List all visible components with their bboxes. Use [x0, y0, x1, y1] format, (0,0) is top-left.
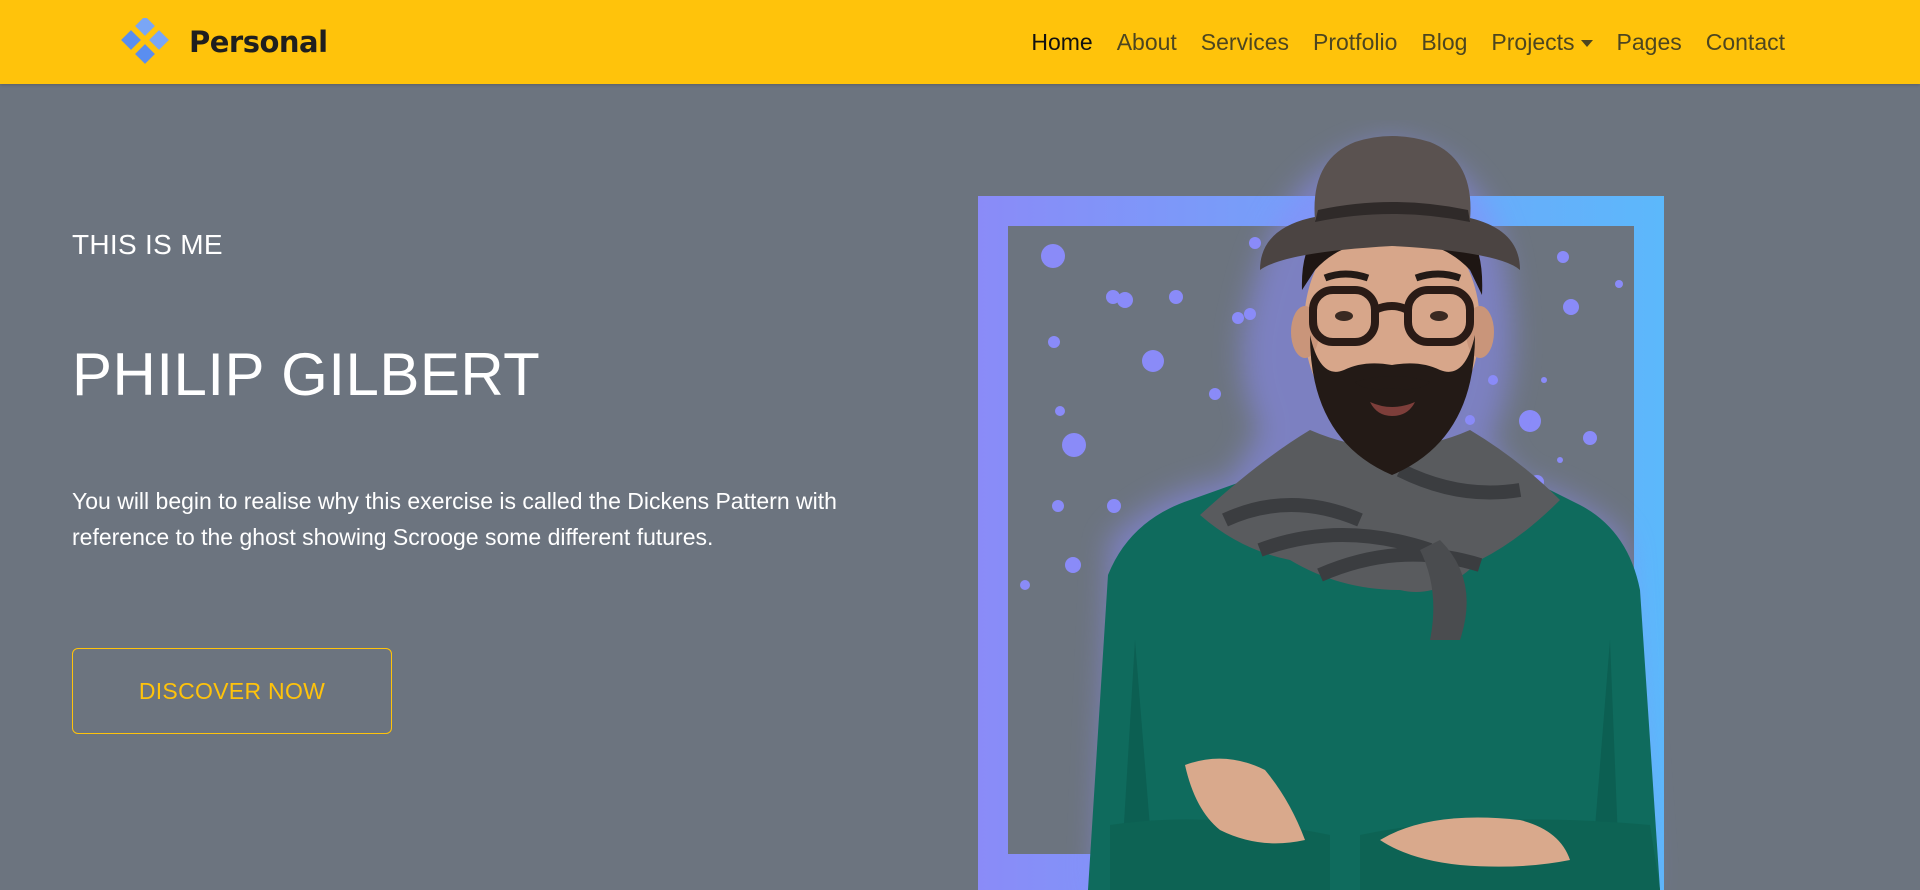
nav-item-projects-label: Projects	[1491, 28, 1575, 55]
navbar: Personal Home About Services Protfolio B…	[0, 0, 1920, 84]
nav-item-pages[interactable]: Pages	[1617, 29, 1682, 56]
nav-item-home-label: Home	[1031, 28, 1093, 55]
nav-item-portfolio-label: Protfolio	[1313, 28, 1398, 55]
nav-item-portfolio[interactable]: Protfolio	[1313, 29, 1397, 56]
nav-item-projects[interactable]: Projects	[1491, 28, 1593, 56]
hero-eyebrow: THIS IS ME	[72, 229, 223, 260]
nav-item-services-label: Services	[1200, 28, 1289, 55]
nav-item-about-label: About	[1116, 28, 1177, 55]
brand-name: Personal	[189, 25, 328, 59]
hero-illustration	[960, 120, 1700, 890]
nav-item-home[interactable]: Home	[1031, 29, 1092, 56]
hero-portrait-graphic	[978, 136, 1664, 890]
hero-title: PHILIP GILBERT	[72, 341, 541, 408]
brand-link[interactable]: Personal	[121, 18, 328, 66]
nav-item-blog-label: Blog	[1421, 28, 1468, 55]
diamond-logo-icon	[121, 18, 169, 64]
nav-item-contact[interactable]: Contact	[1706, 29, 1785, 56]
nav-item-pages-label: Pages	[1616, 28, 1682, 55]
nav-item-contact-label: Contact	[1705, 28, 1785, 55]
hero-description: You will begin to realise why this exerc…	[72, 488, 837, 550]
nav-item-blog[interactable]: Blog	[1421, 29, 1467, 56]
main-nav: Home About Services Protfolio Blog Proje…	[1031, 0, 1785, 84]
discover-now-button[interactable]: DISCOVER NOW	[72, 648, 392, 734]
caret-down-icon	[1580, 39, 1593, 47]
nav-item-services[interactable]: Services	[1201, 29, 1289, 56]
nav-item-about[interactable]: About	[1117, 29, 1177, 56]
